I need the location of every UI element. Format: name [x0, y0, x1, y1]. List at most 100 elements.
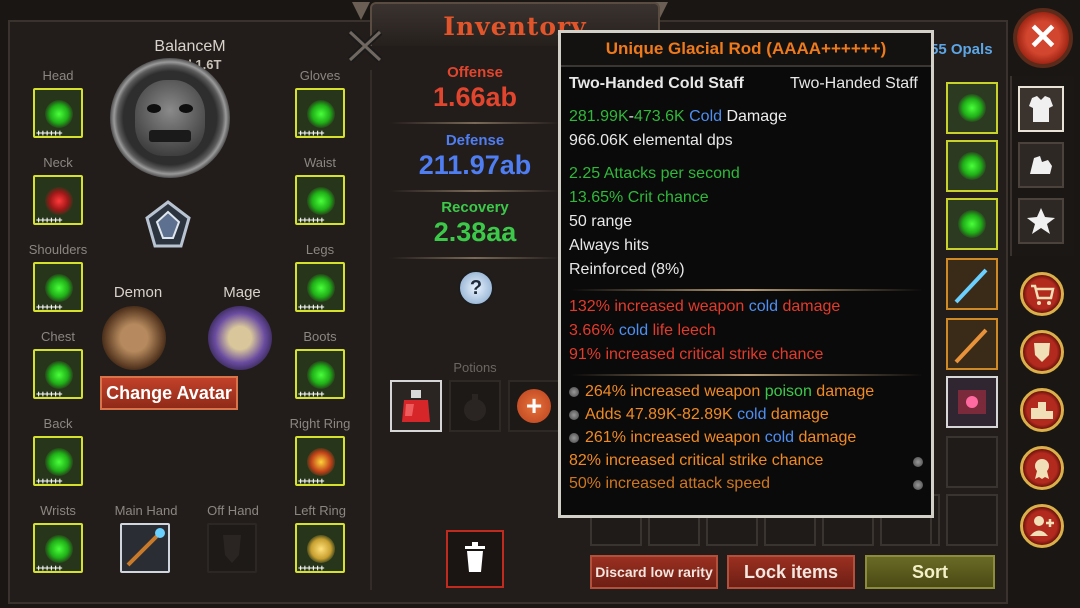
friends-button[interactable]: [1020, 504, 1064, 548]
inventory-item[interactable]: [946, 198, 998, 250]
discard-low-rarity-button[interactable]: Discard low rarity: [590, 555, 718, 589]
lock-items-button[interactable]: Lock items: [727, 555, 855, 589]
slot-legs[interactable]: ++++++: [295, 262, 345, 312]
item-glow: [307, 274, 335, 302]
item-glow: [958, 152, 986, 180]
defense-value: 211.97ab: [418, 150, 532, 180]
item-glow: [45, 187, 73, 215]
change-avatar-button[interactable]: Change Avatar: [100, 376, 238, 410]
potion-slot-1[interactable]: [390, 380, 442, 432]
mod-text: 82% increased critical strike chance: [569, 452, 824, 469]
potion-slot-3[interactable]: +: [508, 380, 560, 432]
armor-icon: [1029, 96, 1053, 122]
slot-gloves[interactable]: ++++++: [295, 88, 345, 138]
inventory-item[interactable]: [946, 376, 998, 428]
item-glow: [45, 274, 73, 302]
damage-word: Damage: [726, 108, 787, 125]
plus-marks: ++++++: [298, 476, 325, 486]
plus-marks: ++++++: [36, 128, 63, 138]
leaderboard-button[interactable]: [1020, 388, 1064, 432]
slot-neck[interactable]: ++++++: [33, 175, 83, 225]
class-label-mage: Mage: [223, 284, 261, 301]
inventory-slot-empty[interactable]: [946, 494, 998, 546]
tooltip-damage-line: 281.99K-473.6K Cold Damage: [569, 108, 787, 126]
tooltip-crit: 13.65% Crit chance: [569, 189, 709, 206]
mod-text: 50% increased attack speed: [569, 475, 771, 492]
inventory-item[interactable]: [946, 140, 998, 192]
slot-label-left-ring: Left Ring: [293, 503, 347, 518]
slot-boots[interactable]: ++++++: [295, 349, 345, 399]
tooltip-dps: 966.06K elemental dps: [569, 132, 733, 149]
tooltip-item-name: Unique Glacial Rod (AAAA++++++): [561, 33, 931, 67]
slot-wrists[interactable]: ++++++: [33, 523, 83, 573]
slot-main-hand[interactable]: [120, 523, 170, 573]
skull-mask-icon: [135, 80, 205, 156]
item-glow: [307, 448, 335, 476]
socket-orb-icon: [569, 387, 579, 397]
shield-silhouette-icon: [223, 535, 241, 563]
slot-label-gloves: Gloves: [299, 68, 341, 83]
empty-potion-icon: [464, 394, 486, 421]
tooltip-type-right: Two-Handed Staff: [790, 75, 918, 92]
slot-back[interactable]: ++++++: [33, 436, 83, 486]
slot-label-wrists: Wrists: [40, 503, 76, 518]
add-potion-button[interactable]: +: [517, 389, 551, 423]
tab-favorites[interactable]: [1018, 198, 1064, 244]
shop-button[interactable]: [1020, 272, 1064, 316]
defense-label: Defense: [445, 132, 505, 149]
item-tooltip: Unique Glacial Rod (AAAA++++++) Two-Hand…: [558, 30, 934, 518]
achievements-button[interactable]: [1020, 446, 1064, 490]
tooltip-separator: [571, 374, 923, 376]
staff-icon: [954, 268, 988, 304]
inventory-item[interactable]: [946, 82, 998, 134]
inventory-item[interactable]: [946, 258, 998, 310]
tooltip-always-hits: Always hits: [569, 237, 650, 254]
mage-class-icon[interactable]: [208, 306, 272, 370]
star-icon: [1027, 208, 1055, 234]
slot-right-ring[interactable]: ++++++: [295, 436, 345, 486]
damage-low: 281.99K: [569, 108, 629, 125]
slot-chest[interactable]: ++++++: [33, 349, 83, 399]
plus-marks: ++++++: [298, 389, 325, 399]
slot-off-hand[interactable]: [207, 523, 257, 573]
affix-mod: 82% increased critical strike chance: [569, 452, 823, 470]
inventory-slot-empty[interactable]: [946, 436, 998, 488]
guild-button[interactable]: [1020, 330, 1064, 374]
slot-label-off-hand: Off Hand: [207, 503, 259, 518]
banner-spike-left: [352, 2, 370, 20]
mod-element: cold: [748, 298, 779, 315]
sort-button[interactable]: Sort: [865, 555, 995, 589]
damage-high: 473.6K: [633, 108, 685, 125]
slot-waist[interactable]: ++++++: [295, 175, 345, 225]
plus-marks: ++++++: [298, 128, 325, 138]
slot-shoulders[interactable]: ++++++: [33, 262, 83, 312]
avatar-eye-left: [147, 104, 161, 113]
tab-stats[interactable]: [1018, 142, 1064, 188]
inventory-item[interactable]: [946, 318, 998, 370]
strength-arm-icon: [1030, 156, 1052, 174]
tooltip-separator: [571, 289, 923, 291]
tooltip-range: 50 range: [569, 213, 633, 230]
damage-element: Cold: [689, 108, 723, 125]
plus-marks: ++++++: [298, 563, 325, 573]
slot-label-boots: Boots: [303, 329, 337, 344]
tab-armor[interactable]: [1018, 86, 1064, 132]
close-button[interactable]: ✕: [1013, 8, 1073, 68]
plus-marks: ++++++: [36, 389, 63, 399]
potion-slot-2[interactable]: [449, 380, 501, 432]
trash-button[interactable]: [446, 530, 504, 588]
mod-text: 261% increased weapon: [585, 429, 765, 446]
mod-text: damage: [778, 298, 841, 315]
slot-left-ring[interactable]: ++++++: [295, 523, 345, 573]
demon-class-icon[interactable]: [102, 306, 166, 370]
mod-text: life leech: [648, 322, 716, 339]
class-label-demon: Demon: [113, 284, 163, 301]
slot-label-neck: Neck: [43, 155, 73, 170]
mod-text: damage: [811, 383, 875, 400]
affix-mod: Adds 47.89K-82.89K cold damage: [569, 406, 829, 424]
plus-marks: ++++++: [36, 476, 63, 486]
plus-marks: ++++++: [298, 302, 325, 312]
slot-head[interactable]: ++++++: [33, 88, 83, 138]
help-button[interactable]: ?: [458, 270, 494, 306]
avatar-eye-right: [179, 104, 193, 113]
